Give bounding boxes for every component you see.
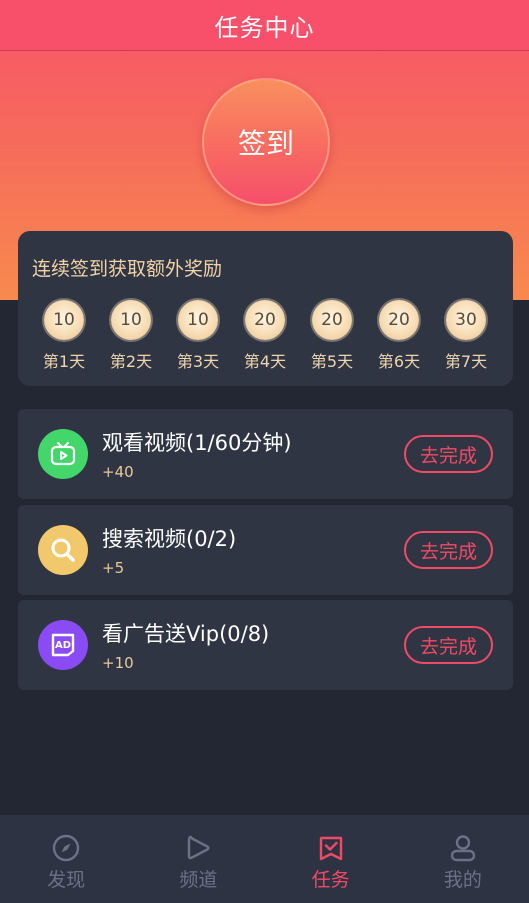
day-label: 第3天 xyxy=(176,352,220,371)
day-label: 第6天 xyxy=(377,352,421,371)
task-reward: +5 xyxy=(102,559,125,577)
day-label: 第2天 xyxy=(109,352,153,371)
compass-icon xyxy=(52,834,80,862)
task-icon xyxy=(319,836,342,861)
streak-bonus-title: 连续签到获取额外奖励 xyxy=(32,258,223,280)
streak-day: 10 第2天 xyxy=(101,300,161,372)
day-label: 第1天 xyxy=(42,352,86,371)
coin-badge: 10 xyxy=(44,300,84,340)
coin-badge: 10 xyxy=(111,300,151,340)
task-reward: +10 xyxy=(102,654,134,672)
coin-badge: 20 xyxy=(379,300,419,340)
streak-day: 20 第4天 xyxy=(235,300,295,372)
search-icon xyxy=(38,525,88,575)
task-item-search-video: 搜索视频(0/2) +5 去完成 xyxy=(18,505,513,595)
task-item-watch-video: 观看视频(1/60分钟) +40 去完成 xyxy=(18,409,513,499)
tab-label: 频道 xyxy=(179,869,218,891)
task-reward: +40 xyxy=(102,463,134,481)
day-label: 第5天 xyxy=(310,352,354,371)
coin-badge: 20 xyxy=(312,300,352,340)
streak-bonus-card: 连续签到获取额外奖励 10 第1天 10 第2天 10 第3天 20 第4天 2… xyxy=(18,231,513,386)
complete-task-button[interactable]: 去完成 xyxy=(404,626,493,664)
coin-badge: 10 xyxy=(178,300,218,340)
tab-profile[interactable]: 我的 xyxy=(397,815,529,903)
streak-day: 20 第6天 xyxy=(369,300,429,372)
ad-icon: AD xyxy=(38,620,88,670)
play-icon xyxy=(188,835,210,860)
title-bar: 任务中心 xyxy=(0,0,529,51)
tab-discover[interactable]: 发现 xyxy=(0,815,132,903)
tab-label: 任务 xyxy=(311,869,350,891)
day-label: 第4天 xyxy=(243,352,287,371)
svg-text:AD: AD xyxy=(55,640,71,651)
complete-task-button[interactable]: 去完成 xyxy=(404,435,493,473)
sign-in-label: 签到 xyxy=(237,127,294,160)
complete-task-button[interactable]: 去完成 xyxy=(404,531,493,569)
page-title: 任务中心 xyxy=(214,13,315,42)
tab-label: 我的 xyxy=(443,869,482,891)
coin-badge: 20 xyxy=(245,300,285,340)
tab-channel[interactable]: 频道 xyxy=(132,815,264,903)
tab-label: 发现 xyxy=(47,869,86,891)
task-name: 看广告送Vip(0/8) xyxy=(102,622,270,646)
sign-in-button[interactable]: 签到 xyxy=(202,78,330,206)
streak-day: 20 第5天 xyxy=(302,300,362,372)
user-icon xyxy=(450,835,476,862)
bottom-tab-bar: 发现 频道 任务 我的 xyxy=(0,815,529,903)
task-item-watch-ad: AD 看广告送Vip(0/8) +10 去完成 xyxy=(18,600,513,690)
day-label: 第7天 xyxy=(444,352,488,371)
coin-badge: 30 xyxy=(446,300,486,340)
task-name: 观看视频(1/60分钟) xyxy=(102,431,292,455)
tab-tasks[interactable]: 任务 xyxy=(265,815,397,903)
task-name: 搜索视频(0/2) xyxy=(102,527,237,551)
tv-icon xyxy=(38,429,88,479)
streak-day: 30 第7天 xyxy=(436,300,496,372)
streak-day: 10 第3天 xyxy=(168,300,228,372)
streak-day: 10 第1天 xyxy=(34,300,94,372)
